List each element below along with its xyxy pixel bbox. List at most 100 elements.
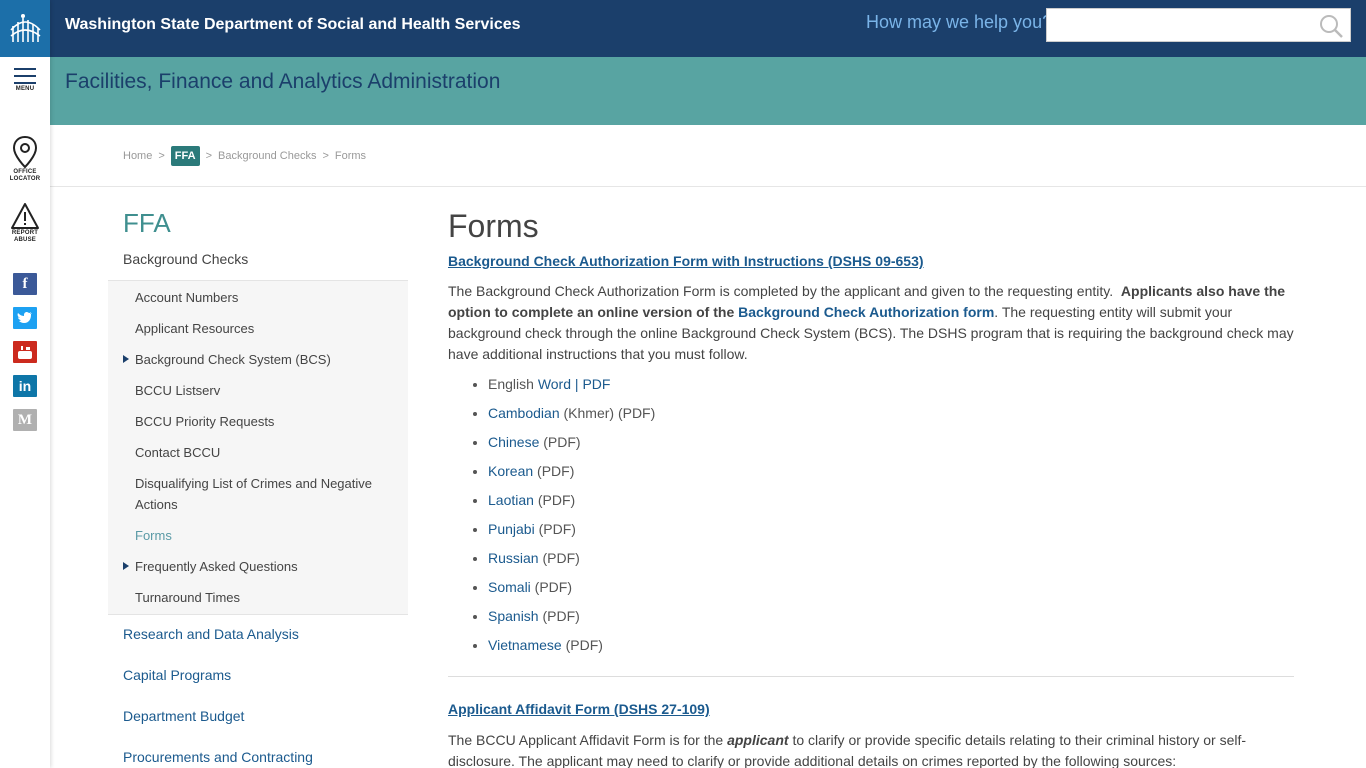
affidavit-text-start: The BCCU Applicant Affidavit Form is for… [448, 732, 724, 748]
link-separator: | [574, 376, 579, 392]
breadcrumb-background-checks[interactable]: Background Checks [218, 150, 316, 162]
sidebar-link[interactable]: Capital Programs [123, 665, 313, 706]
section-divider [448, 676, 1294, 677]
sidebar-item[interactable]: BCCU Priority Requests [108, 411, 408, 432]
dshs-logo-icon [10, 13, 41, 42]
language-download-link[interactable]: Spanish [488, 608, 539, 624]
language-item: Punjabi (PDF) [488, 519, 1294, 540]
format-note: (PDF) [561, 637, 603, 653]
map-pin-icon [12, 135, 38, 169]
language-download-link[interactable]: Vietnamese [488, 637, 562, 653]
language-item: Laotian (PDF) [488, 490, 1294, 511]
breadcrumb-divider [50, 186, 1366, 187]
sidebar-item[interactable]: Forms [108, 525, 408, 546]
authorization-description: The Background Check Authorization Form … [448, 281, 1294, 365]
sidebar-section-background-checks[interactable]: Background Checks [123, 251, 248, 267]
sidebar-item-label: BCCU Priority Requests [135, 414, 275, 429]
administration-title: Facilities, Finance and Analytics Admini… [65, 70, 501, 93]
online-form-link[interactable]: Background Check Authorization form [738, 304, 994, 320]
word-download-link[interactable]: Word [538, 376, 571, 392]
sidebar-item-label: Turnaround Times [135, 590, 241, 605]
format-note: (PDF) [538, 608, 580, 624]
sidebar-item[interactable]: Turnaround Times [108, 587, 408, 608]
sidebar-item-label: Disqualifying List of Crimes and Negativ… [135, 476, 372, 512]
sidebar-item[interactable]: Account Numbers [108, 287, 408, 308]
language-item: English Word | PDF [488, 374, 1294, 395]
office-locator-button[interactable]: OFFICE LOCATOR [0, 135, 50, 187]
language-download-link[interactable]: Cambodian [488, 405, 560, 421]
sidebar-item-label: Contact BCCU [135, 445, 221, 460]
sidebar-item[interactable]: Contact BCCU [108, 442, 408, 463]
sidebar-item[interactable]: Applicant Resources [108, 318, 408, 339]
search-icon[interactable] [1318, 13, 1344, 44]
sidebar-links: Research and Data Analysis Capital Progra… [123, 624, 313, 768]
authorization-text: The Background Check Authorization Form … [448, 283, 1114, 299]
office-label-2: LOCATOR [9, 176, 41, 182]
agency-name[interactable]: Washington State Department of Social an… [65, 16, 521, 34]
warning-icon [11, 203, 39, 229]
language-item: Somali (PDF) [488, 577, 1294, 598]
linkedin-icon[interactable]: in [13, 375, 37, 397]
sidebar-link[interactable]: Procurements and Contracting [123, 747, 313, 768]
affidavit-description: The BCCU Applicant Affidavit Form is for… [448, 730, 1294, 768]
expand-arrow-icon[interactable] [123, 355, 129, 363]
twitter-icon[interactable] [13, 307, 37, 329]
main-content: Forms Background Check Authorization For… [448, 206, 1294, 768]
affidavit-applicant-emphasis: applicant [727, 732, 789, 748]
hamburger-icon [14, 68, 36, 84]
breadcrumb-separator: > [205, 150, 212, 162]
left-icon-rail: MENU OFFICE LOCATOR REPORT ABUSE f in M [0, 0, 50, 768]
format-note: (PDF) [530, 579, 573, 595]
sidebar-link[interactable]: Research and Data Analysis [123, 624, 313, 665]
language-item: Cambodian (Khmer) (PDF) [488, 403, 1294, 424]
language-download-link[interactable]: Punjabi [488, 521, 535, 537]
breadcrumb-forms: Forms [334, 150, 367, 162]
language-item: Vietnamese (PDF) [488, 635, 1294, 656]
breadcrumb-separator: > [322, 150, 329, 162]
top-header: Washington State Department of Social an… [50, 0, 1366, 57]
dshs-logo[interactable] [0, 0, 50, 57]
sidebar-title[interactable]: FFA [123, 208, 171, 239]
breadcrumb: Home > FFA > Background Checks > Forms [123, 145, 366, 167]
sidebar-item-label: Applicant Resources [135, 321, 255, 336]
language-download-link[interactable]: Russian [488, 550, 539, 566]
sidebar-link[interactable]: Department Budget [123, 706, 313, 747]
menu-button[interactable]: MENU [0, 66, 50, 106]
format-note: (PDF) [539, 434, 581, 450]
menu-label: MENU [15, 86, 35, 92]
sidebar-subnav: Account Numbers Applicant Resources Backgr… [108, 280, 408, 615]
medium-icon[interactable]: M [13, 409, 37, 431]
language-item: Spanish (PDF) [488, 606, 1294, 627]
language-download-link[interactable]: Chinese [488, 434, 539, 450]
youtube-icon[interactable] [13, 341, 37, 363]
breadcrumb-separator: > [158, 150, 165, 162]
language-download-link[interactable]: Somali [488, 579, 531, 595]
page-title: Forms [448, 208, 539, 244]
report-abuse-button[interactable]: REPORT ABUSE [0, 202, 50, 246]
breadcrumb-ffa[interactable]: FFA [170, 146, 200, 166]
help-prompt: How may we help you? [866, 12, 1053, 32]
format-note: (Khmer) (PDF) [559, 405, 656, 421]
sidebar-item[interactable]: Frequently Asked Questions [108, 556, 408, 577]
report-label-1: REPORT [11, 230, 39, 236]
sidebar-item[interactable]: Disqualifying List of Crimes and Negativ… [108, 473, 408, 515]
administration-banner: Facilities, Finance and Analytics Admini… [50, 57, 1366, 125]
facebook-icon[interactable]: f [13, 273, 37, 295]
format-note: (PDF) [538, 550, 580, 566]
language-download-link[interactable]: Korean [488, 463, 533, 479]
expand-arrow-icon[interactable] [123, 562, 129, 570]
sidebar-item[interactable]: Background Check System (BCS) [108, 349, 408, 370]
language-download-link[interactable]: Laotian [488, 492, 534, 508]
format-note: (PDF) [533, 463, 575, 479]
sidebar-item[interactable]: BCCU Listserv [108, 380, 408, 401]
search-box [1046, 8, 1351, 42]
affidavit-form-link[interactable]: Applicant Affidavit Form (DSHS 27-109) [448, 699, 1294, 719]
authorization-form-link[interactable]: Background Check Authorization Form with… [448, 251, 1294, 271]
sidebar-item-label: Forms [135, 528, 172, 543]
breadcrumb-home[interactable]: Home [123, 150, 152, 162]
office-label-1: OFFICE [13, 169, 37, 175]
pdf-download-link[interactable]: PDF [582, 376, 610, 392]
sidebar-item-label: Frequently Asked Questions [135, 559, 298, 574]
sidebar-item-label: BCCU Listserv [135, 383, 221, 398]
search-input[interactable] [1047, 9, 1307, 41]
